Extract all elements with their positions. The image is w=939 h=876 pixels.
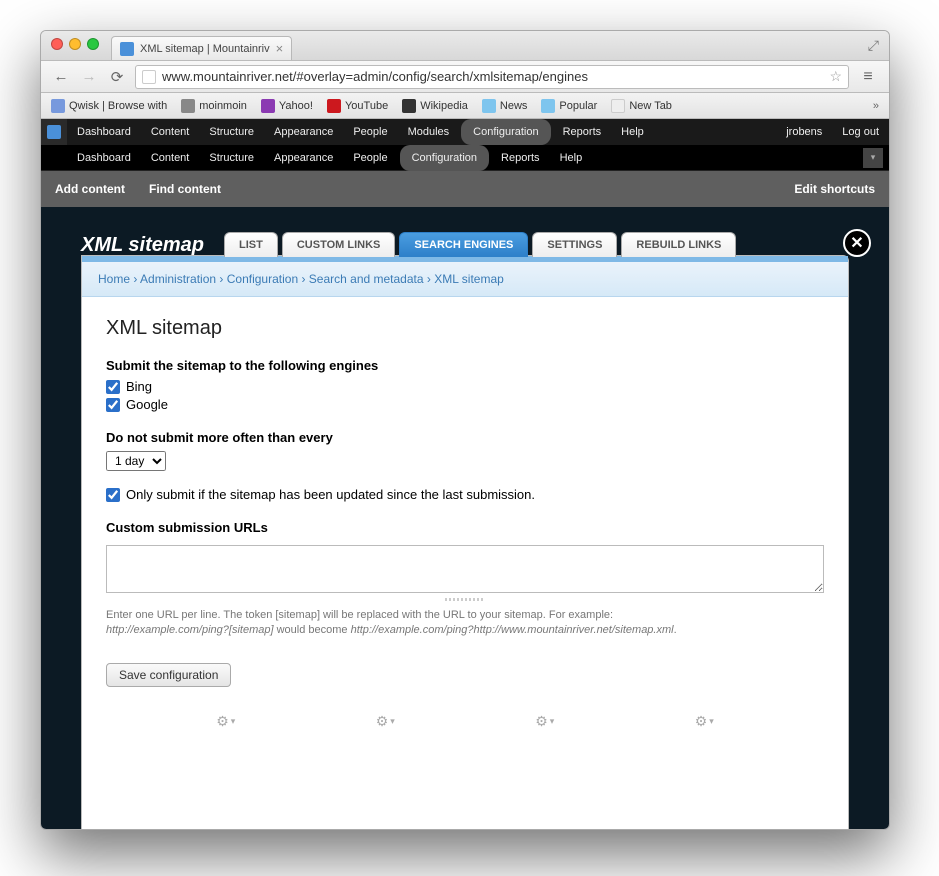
- bookmark-newtab[interactable]: New Tab: [611, 99, 672, 113]
- bookmarks-bar: Qwisk | Browse with moinmoin Yahoo! YouT…: [41, 93, 889, 119]
- engine-bing-row[interactable]: Bing: [106, 379, 824, 394]
- crumb-search[interactable]: Search and metadata: [309, 272, 424, 286]
- admin1-logout[interactable]: Log out: [832, 119, 889, 145]
- admin-home-icon[interactable]: [41, 119, 67, 145]
- only-if-updated-checkbox[interactable]: [106, 488, 120, 502]
- only-if-updated-row[interactable]: Only submit if the sitemap has been upda…: [106, 487, 824, 502]
- page-background: XML sitemap LIST CUSTOM LINKS SEARCH ENG…: [41, 207, 889, 830]
- close-overlay-button[interactable]: ✕: [843, 229, 871, 257]
- expand-icon[interactable]: ⤢: [868, 37, 879, 54]
- window-controls: [49, 38, 105, 54]
- admin2-dropdown-icon[interactable]: ▾: [863, 148, 883, 168]
- overlay-header: XML sitemap LIST CUSTOM LINKS SEARCH ENG…: [81, 223, 849, 257]
- browser-menu-button[interactable]: ≡: [857, 66, 879, 88]
- admin2-appearance[interactable]: Appearance: [264, 145, 343, 171]
- admin1-appearance[interactable]: Appearance: [264, 119, 343, 145]
- gear-icon[interactable]: ⚙▾: [535, 713, 554, 730]
- bookmarks-overflow-icon[interactable]: »: [873, 100, 879, 112]
- admin1-structure[interactable]: Structure: [199, 119, 264, 145]
- engine-google-label: Google: [126, 397, 168, 412]
- tab-list[interactable]: LIST: [224, 232, 278, 257]
- gear-icon[interactable]: ⚙▾: [376, 713, 395, 730]
- admin2-reports[interactable]: Reports: [491, 145, 550, 171]
- tab-search-engines[interactable]: SEARCH ENGINES: [399, 232, 528, 257]
- page-title: XML sitemap: [81, 234, 204, 257]
- engines-label: Submit the sitemap to the following engi…: [106, 358, 824, 373]
- reload-button[interactable]: ⟳: [107, 68, 127, 86]
- favicon-icon: [120, 42, 134, 56]
- shortcut-find[interactable]: Find content: [149, 182, 221, 196]
- address-bar-row: ← → ⟳ www.mountainriver.net/#overlay=adm…: [41, 61, 889, 93]
- bookmark-yahoo[interactable]: Yahoo!: [261, 99, 313, 113]
- admin1-dashboard[interactable]: Dashboard: [67, 119, 141, 145]
- gear-icon[interactable]: ⚙▾: [695, 713, 714, 730]
- overlay-body: XML sitemap Submit the sitemap to the fo…: [82, 297, 848, 756]
- browser-tab[interactable]: XML sitemap | Mountainriv ×: [111, 36, 292, 60]
- crumb-admin[interactable]: Administration: [140, 272, 216, 286]
- tab-title: XML sitemap | Mountainriv: [140, 43, 270, 55]
- bookmark-qwisk[interactable]: Qwisk | Browse with: [51, 99, 167, 113]
- tab-rebuild-links[interactable]: REBUILD LINKS: [621, 232, 736, 257]
- close-window-button[interactable]: [51, 38, 63, 50]
- gear-icon[interactable]: ⚙▾: [216, 713, 235, 730]
- textarea-grip-icon[interactable]: [106, 598, 824, 602]
- form-heading: XML sitemap: [106, 317, 824, 340]
- forward-button[interactable]: →: [79, 68, 99, 85]
- freq-select[interactable]: 1 day: [106, 451, 166, 471]
- crumb-home[interactable]: Home: [98, 272, 130, 286]
- crumb-config[interactable]: Configuration: [227, 272, 298, 286]
- bookmark-popular[interactable]: Popular: [541, 99, 597, 113]
- admin1-reports[interactable]: Reports: [553, 119, 612, 145]
- crumb-xmlsitemap[interactable]: XML sitemap: [434, 272, 504, 286]
- admin1-help[interactable]: Help: [611, 119, 654, 145]
- page-icon: [142, 70, 156, 84]
- admin-menu-primary: Dashboard Content Structure Appearance P…: [41, 119, 889, 145]
- minimize-window-button[interactable]: [69, 38, 81, 50]
- shortcuts-bar: Add content Find content Edit shortcuts: [41, 171, 889, 207]
- admin1-configuration[interactable]: Configuration: [461, 119, 550, 145]
- admin2-dashboard[interactable]: Dashboard: [67, 145, 141, 171]
- engine-bing-checkbox[interactable]: [106, 380, 120, 394]
- engine-google-checkbox[interactable]: [106, 398, 120, 412]
- admin2-help[interactable]: Help: [550, 145, 593, 171]
- bookmark-star-icon[interactable]: ☆: [829, 68, 842, 85]
- tab-custom-links[interactable]: CUSTOM LINKS: [282, 232, 396, 257]
- custom-urls-label: Custom submission URLs: [106, 520, 824, 535]
- primary-tabs: LIST CUSTOM LINKS SEARCH ENGINES SETTING…: [224, 232, 736, 257]
- bookmark-moinmoin[interactable]: moinmoin: [181, 99, 247, 113]
- engine-bing-label: Bing: [126, 379, 152, 394]
- admin2-configuration[interactable]: Configuration: [400, 145, 489, 171]
- back-button[interactable]: ←: [51, 68, 71, 85]
- freq-label: Do not submit more often than every: [106, 430, 824, 445]
- only-if-updated-label: Only submit if the sitemap has been upda…: [126, 487, 535, 502]
- admin1-user[interactable]: jrobens: [776, 119, 832, 145]
- custom-urls-textarea[interactable]: [106, 545, 824, 593]
- custom-urls-help: Enter one URL per line. The token [sitem…: [106, 608, 824, 639]
- admin1-people[interactable]: People: [343, 119, 397, 145]
- close-tab-icon[interactable]: ×: [276, 41, 284, 56]
- bookmark-wikipedia[interactable]: Wikipedia: [402, 99, 468, 113]
- admin2-people[interactable]: People: [343, 145, 397, 171]
- url-text: www.mountainriver.net/#overlay=admin/con…: [162, 69, 588, 84]
- overlay-panel: Home › Administration › Configuration › …: [81, 255, 849, 830]
- browser-titlebar: XML sitemap | Mountainriv × ⤢: [41, 31, 889, 61]
- admin1-modules[interactable]: Modules: [398, 119, 460, 145]
- breadcrumb: Home › Administration › Configuration › …: [82, 256, 848, 297]
- zoom-window-button[interactable]: [87, 38, 99, 50]
- bookmark-youtube[interactable]: YouTube: [327, 99, 388, 113]
- browser-window: XML sitemap | Mountainriv × ⤢ ← → ⟳ www.…: [40, 30, 890, 830]
- admin-menu-secondary: Dashboard Content Structure Appearance P…: [41, 145, 889, 171]
- shortcut-edit[interactable]: Edit shortcuts: [794, 182, 875, 196]
- contextual-gears-row: ⚙▾ ⚙▾ ⚙▾ ⚙▾: [106, 697, 824, 746]
- bookmark-news[interactable]: News: [482, 99, 528, 113]
- engine-google-row[interactable]: Google: [106, 397, 824, 412]
- shortcut-add[interactable]: Add content: [55, 182, 125, 196]
- admin2-structure[interactable]: Structure: [199, 145, 264, 171]
- admin2-content[interactable]: Content: [141, 145, 200, 171]
- address-bar[interactable]: www.mountainriver.net/#overlay=admin/con…: [135, 65, 849, 89]
- tab-settings[interactable]: SETTINGS: [532, 232, 617, 257]
- admin1-content[interactable]: Content: [141, 119, 200, 145]
- save-button[interactable]: Save configuration: [106, 663, 231, 687]
